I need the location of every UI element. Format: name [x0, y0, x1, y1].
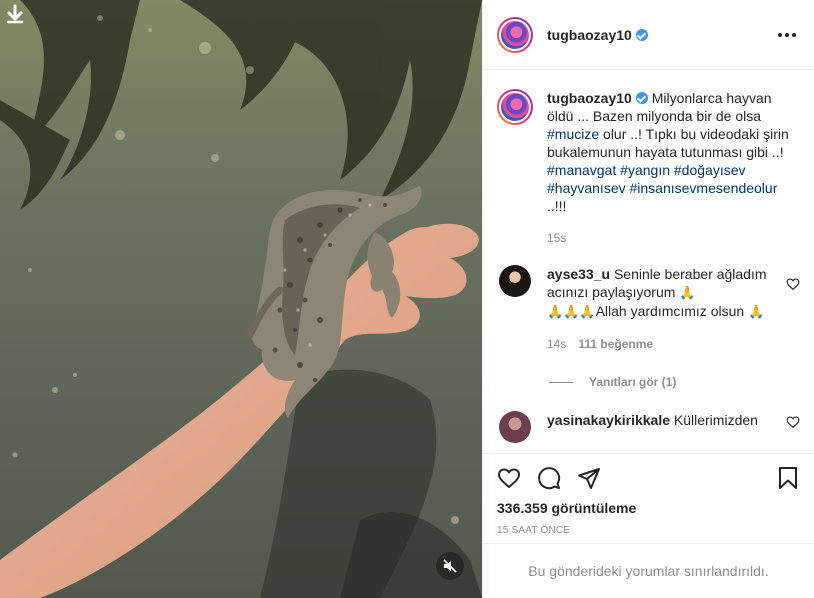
- pray-emoji-triple: 🙏🙏🙏: [547, 304, 596, 319]
- hashtag-link[interactable]: #yangın: [620, 162, 670, 178]
- avatar[interactable]: [499, 265, 531, 297]
- comment: yasinakaykirikkale Küllerimizden: [497, 411, 800, 443]
- bookmark-icon[interactable]: [776, 466, 800, 490]
- hashtag-link[interactable]: #manavgat: [547, 162, 616, 178]
- hashtag-link[interactable]: #hayvanısev: [547, 180, 626, 196]
- view-replies-label: Yanıtları gör (1): [589, 375, 677, 389]
- action-bar: [497, 454, 800, 502]
- post-media-video[interactable]: [0, 0, 482, 598]
- post-header: tugbaozay10: [483, 0, 814, 70]
- comment: ayse33_u Seninle beraber ağladım acınızı…: [497, 265, 800, 353]
- caption-timestamp[interactable]: 15s: [547, 229, 566, 247]
- comments-limited-notice: Bu gönderideki yorumlar sınırlandırıldı.: [483, 543, 814, 598]
- verified-badge-icon: [635, 28, 648, 41]
- comment-icon[interactable]: [537, 466, 561, 490]
- heart-icon[interactable]: [786, 277, 800, 291]
- comment-text: Küllerimizden: [673, 412, 758, 428]
- comment-text-2: Allah yardımcımız olsun: [595, 303, 745, 319]
- comment-username[interactable]: yasinakaykirikkale: [547, 412, 670, 428]
- comment-username[interactable]: ayse33_u: [547, 266, 610, 282]
- divider: [549, 381, 573, 383]
- comment-likes[interactable]: 111 beğenme: [578, 335, 653, 353]
- avatar[interactable]: [497, 16, 533, 53]
- more-horizontal-icon: [778, 32, 782, 37]
- author-username-text[interactable]: tugbaozay10: [547, 27, 632, 43]
- comments-limited-text: Bu gönderideki yorumlar sınırlandırıldı.: [528, 563, 769, 579]
- heart-icon[interactable]: [786, 415, 800, 429]
- video-frame: [0, 0, 482, 598]
- post-time-ago[interactable]: 15 SAAT ÖNCE: [497, 525, 800, 536]
- verified-badge-icon: [635, 92, 648, 104]
- view-replies-button[interactable]: Yanıtları gör (1): [549, 375, 800, 389]
- caption: tugbaozay10 Milyonlarca hayvan öldü ... …: [497, 89, 800, 247]
- avatar[interactable]: [499, 411, 531, 443]
- author-username[interactable]: tugbaozay10: [547, 27, 648, 43]
- post-sidebar: tugbaozay10 tugbaozay10 Milyonlarca hayv…: [482, 0, 814, 598]
- view-count[interactable]: 336.359 görüntüleme: [497, 500, 800, 516]
- comment-timestamp[interactable]: 14s: [547, 335, 566, 353]
- pray-emoji: 🙏: [748, 304, 765, 319]
- download-arrow-icon[interactable]: [6, 4, 24, 24]
- hashtag-link[interactable]: #insanısevmesendeolur: [630, 180, 778, 196]
- comments-list[interactable]: tugbaozay10 Milyonlarca hayvan öldü ... …: [483, 71, 814, 453]
- caption-username[interactable]: tugbaozay10: [547, 90, 632, 106]
- caption-text-3: ..!!!: [547, 198, 567, 214]
- more-options-button[interactable]: [774, 27, 800, 43]
- heart-icon[interactable]: [497, 466, 521, 490]
- pray-emoji: 🙏: [679, 285, 696, 300]
- volume-muted-icon: [443, 559, 457, 573]
- hashtag-link[interactable]: #mucize: [547, 126, 599, 142]
- share-icon[interactable]: [577, 466, 601, 490]
- mute-button[interactable]: [436, 552, 464, 580]
- hashtag-link[interactable]: #doğayısev: [674, 162, 746, 178]
- caption-avatar[interactable]: [497, 89, 533, 125]
- post-actions-section: 336.359 görüntüleme 15 SAAT ÖNCE: [483, 453, 814, 536]
